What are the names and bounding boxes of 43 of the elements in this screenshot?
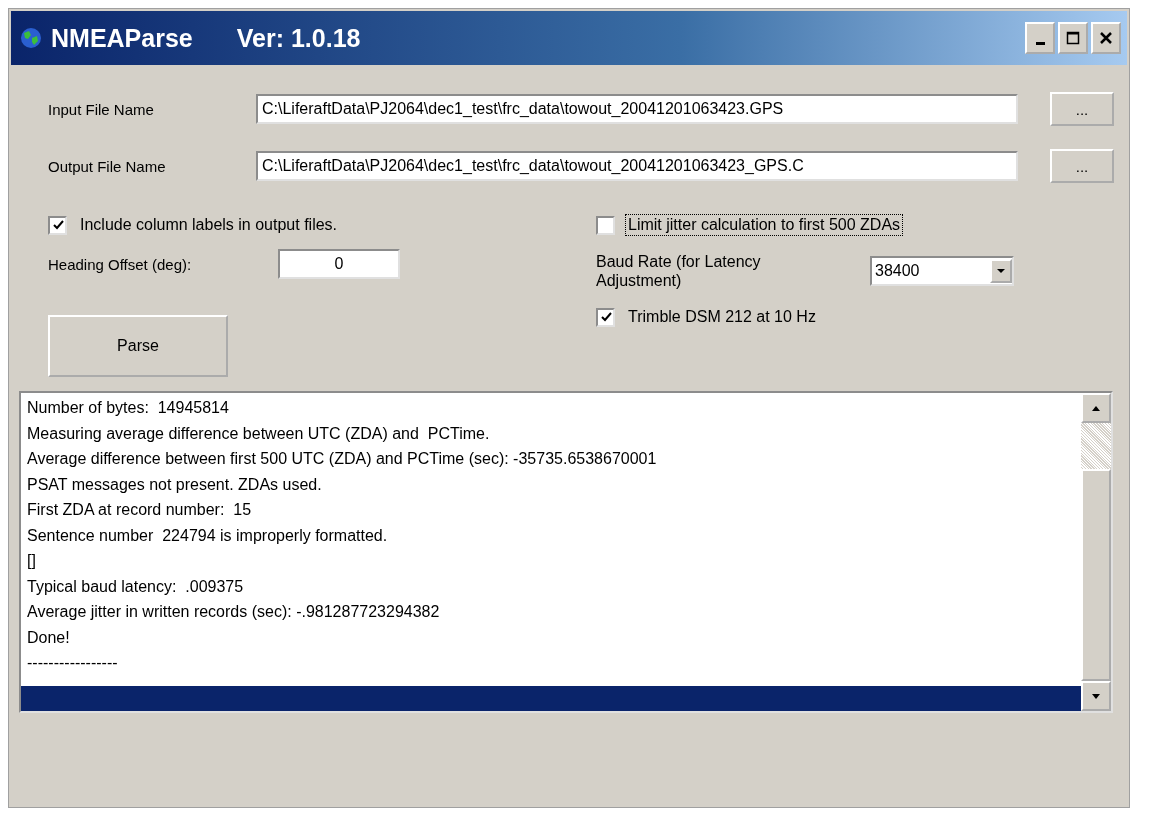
log-line[interactable]: First ZDA at record number: 15: [21, 497, 1081, 523]
checkbox[interactable]: [596, 215, 615, 235]
log-line[interactable]: Measuring average difference between UTC (ZDA) and PCTime.: [21, 420, 1081, 446]
log-line[interactable]: Done!: [21, 624, 1081, 650]
log-line[interactable]: Typical baud latency: .009375: [21, 573, 1081, 599]
version-label: Ver: 1.0.18: [236, 23, 361, 53]
checkbox-label[interactable]: Include column labels in output files.: [77, 214, 341, 236]
maximize-icon: [1064, 29, 1082, 47]
checkbox[interactable]: [48, 215, 67, 235]
scroll-thumb[interactable]: [1081, 469, 1111, 681]
heading-offset-field[interactable]: 0: [278, 249, 400, 279]
checkbox[interactable]: [596, 307, 615, 327]
minimize-icon: [1035, 41, 1045, 45]
field-label: Heading Offset (deg):: [48, 255, 193, 273]
field-label: Output File Name: [47, 157, 167, 175]
minimize-button[interactable]: [1025, 22, 1055, 54]
log-line[interactable]: PSAT messages not present. ZDAs used.: [21, 471, 1081, 497]
log-line[interactable]: -----------------: [21, 650, 1081, 676]
log-line[interactable]: Sentence number 224794 is improperly formatted.: [21, 522, 1081, 548]
checkbox-label[interactable]: Trimble DSM 212 at 10 Hz: [625, 306, 819, 328]
dropdown-arrow-icon: [996, 268, 1006, 274]
field-label: Baud Rate (for Latency Adjustment): [596, 252, 762, 290]
log-line[interactable]: Average jitter in written records (sec): -.981287723294382: [21, 599, 1081, 625]
check-icon: [599, 311, 612, 323]
log-line[interactable]: []: [21, 548, 1081, 574]
field-label: Input File Name: [47, 100, 155, 118]
check-icon: [51, 219, 64, 231]
scrollbar[interactable]: [1081, 393, 1111, 711]
log-line[interactable]: Number of bytes: 14945814: [21, 395, 1081, 421]
browse-button[interactable]: ...: [1050, 149, 1114, 183]
checkbox-label[interactable]: Limit jitter calculation to first 500 ZDAs: [625, 214, 904, 236]
close-button[interactable]: [1091, 22, 1121, 54]
scroll-down-icon[interactable]: [1091, 692, 1101, 700]
browse-button[interactable]: ...: [1050, 92, 1114, 126]
scroll-up-icon[interactable]: [1091, 404, 1101, 412]
file-path-field[interactable]: C:\LiferaftData\PJ2064\dec1_test\frc_data\towout_20041201063423.GPS: [256, 94, 1018, 124]
maximize-button[interactable]: [1058, 22, 1088, 54]
baud-rate-dropdown[interactable]: 38400: [870, 256, 1014, 286]
parse-button[interactable]: Parse: [48, 315, 228, 377]
log-line[interactable]: Average difference between first 500 UTC (ZDA) and PCTime (sec): -35735.6538670001: [21, 446, 1081, 472]
globe-icon: [19, 26, 43, 50]
file-path-field[interactable]: C:\LiferaftData\PJ2064\dec1_test\frc_data\towout_20041201063423_GPS.C: [256, 151, 1018, 181]
window-title: NMEAParse: [51, 23, 193, 53]
